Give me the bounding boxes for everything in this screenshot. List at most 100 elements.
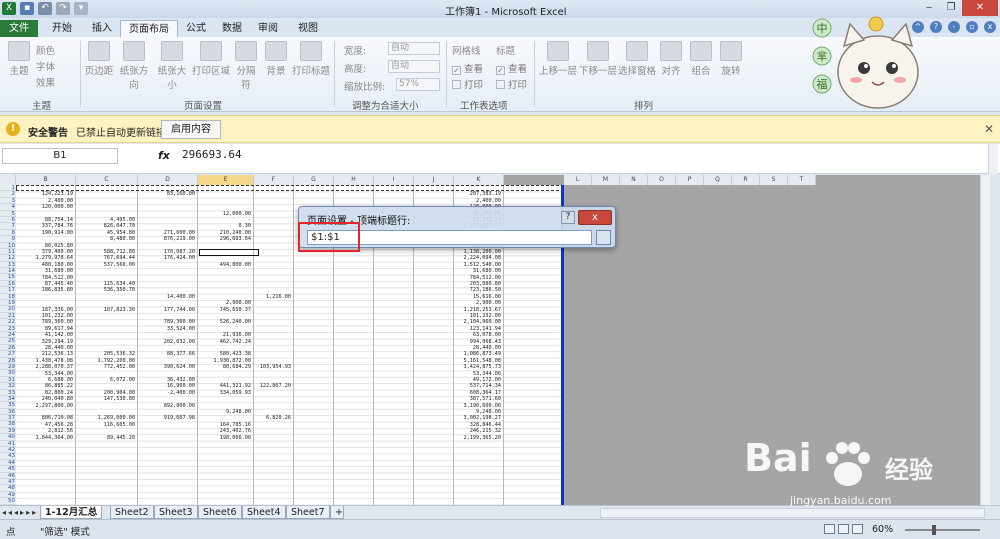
headings-print-checkbox[interactable]: 打印 [496, 77, 527, 91]
cell-value[interactable]: 1,844,364.00 [16, 435, 73, 441]
orientation-button[interactable]: 纸张方向 [116, 41, 152, 91]
name-box[interactable]: B1 [2, 148, 118, 164]
minimize-icon[interactable]: ‒ [918, 0, 940, 16]
column-header[interactable]: E [198, 175, 254, 185]
tab-insert[interactable]: 插入 [84, 20, 120, 37]
fonts-button[interactable]: 字体 [36, 59, 55, 73]
column-header[interactable]: J [414, 175, 454, 185]
column-header[interactable]: D [138, 175, 198, 185]
cell-value[interactable]: 89,445.20 [76, 435, 135, 441]
align-button[interactable]: 对齐 [660, 41, 682, 77]
height-select[interactable]: 自动 [388, 60, 440, 73]
redo-icon[interactable]: ↷ [56, 2, 70, 15]
window-minimize-icon[interactable]: - [948, 21, 960, 33]
insert-sheet-icon[interactable]: + [330, 506, 344, 519]
send-backward-icon [587, 41, 609, 61]
page-layout-view-icon[interactable] [838, 524, 849, 534]
headings-view-checkbox[interactable]: ✓ 查看 [496, 61, 527, 75]
column-header[interactable]: R [732, 175, 760, 185]
window-close-icon[interactable]: x [984, 21, 996, 33]
sheet-tab-7[interactable]: Sheet7 [286, 506, 330, 519]
mascot-char-1: 中 [817, 22, 828, 35]
zoom-slider[interactable] [905, 529, 980, 531]
column-header[interactable]: M [592, 175, 620, 185]
themes-button[interactable]: 主题 [6, 41, 32, 77]
column-header[interactable]: S [760, 175, 788, 185]
page-break-view-icon[interactable] [852, 524, 863, 534]
dialog-help-button[interactable]: ? [561, 211, 575, 224]
column-header[interactable]: N [620, 175, 648, 185]
column-header[interactable]: G [294, 175, 334, 185]
expand-dialog-icon[interactable] [596, 230, 611, 245]
tab-home[interactable]: 开始 [44, 20, 80, 37]
width-select[interactable]: 自动 [388, 42, 440, 55]
column-header[interactable]: B [16, 175, 76, 185]
tab-view[interactable]: 视图 [290, 20, 326, 37]
formula-bar-expand[interactable] [988, 144, 998, 174]
scale-input[interactable]: 57% [396, 78, 440, 91]
column-header[interactable]: K [454, 175, 504, 185]
sheet-tab-3[interactable]: Sheet3 [154, 506, 198, 519]
theme-group-label: 主题 [32, 101, 52, 112]
tab-review[interactable]: 审阅 [250, 20, 286, 37]
tab-page-layout[interactable]: 页面布局 [120, 20, 178, 37]
send-backward-button[interactable]: 下移一层 [578, 41, 618, 77]
scale-label: 缩放比例: [344, 82, 386, 93]
gridlines-print-checkbox[interactable]: 打印 [452, 77, 483, 91]
rotate-icon [720, 41, 742, 61]
help-icon[interactable]: ? [930, 21, 942, 33]
group-icon [690, 41, 712, 61]
sheet-tab-2[interactable]: Sheet2 [110, 506, 154, 519]
insert-function-icon[interactable]: fx [158, 149, 170, 162]
close-icon[interactable]: ✕ [962, 0, 998, 16]
normal-view-icon[interactable] [824, 524, 835, 534]
customize-icon[interactable]: ▾ [74, 2, 88, 15]
group-button[interactable]: 组合 [690, 41, 712, 77]
margins-button[interactable]: 页边距 [84, 41, 114, 77]
sheet-tab-summary[interactable]: 1-12月汇总 [40, 506, 103, 519]
select-all-corner[interactable] [0, 175, 16, 185]
column-header[interactable]: P [676, 175, 704, 185]
column-header[interactable]: L [564, 175, 592, 185]
column-header[interactable]: F [254, 175, 294, 185]
breaks-button[interactable]: 分隔符 [232, 41, 260, 91]
print-titles-button[interactable]: 打印标题 [292, 41, 330, 77]
tab-file[interactable]: 文件 [0, 20, 38, 37]
effects-button[interactable]: 效果 [36, 75, 55, 89]
column-header[interactable]: O [648, 175, 676, 185]
vertical-scrollbar[interactable] [980, 175, 990, 505]
selection-pane-button[interactable]: 选择窗格 [617, 41, 657, 77]
column-header[interactable]: C [76, 175, 138, 185]
cell-value[interactable]: 2,199,365.20 [454, 435, 501, 441]
colors-button[interactable]: 颜色 [36, 43, 55, 57]
save-icon[interactable]: ▪ [20, 2, 34, 15]
formula-input[interactable]: 296693.64 [182, 148, 242, 161]
window-restore-icon[interactable]: ▫ [966, 21, 978, 33]
rotate-button[interactable]: 旋转 [720, 41, 742, 77]
excel-icon[interactable]: X [2, 2, 16, 15]
dialog-close-button[interactable]: x [578, 210, 612, 225]
selected-cell[interactable] [199, 249, 259, 256]
zoom-level[interactable]: 60% [872, 524, 893, 535]
bring-forward-button[interactable]: 上移一层 [538, 41, 578, 77]
column-header[interactable]: I [374, 175, 414, 185]
restore-icon[interactable]: ❐ [940, 0, 962, 16]
print-area-button[interactable]: 打印区域 [192, 41, 230, 77]
sheet-tab-6[interactable]: Sheet6 [198, 506, 242, 519]
background-button[interactable]: 背景 [264, 41, 288, 77]
tab-data[interactable]: 数据 [214, 20, 250, 37]
separator [334, 41, 335, 107]
enable-content-button[interactable]: 启用内容 [161, 120, 221, 139]
close-icon[interactable]: ✕ [984, 122, 994, 136]
tab-formulas[interactable]: 公式 [178, 20, 214, 37]
undo-icon[interactable]: ↶ [38, 2, 52, 15]
column-header[interactable]: H [334, 175, 374, 185]
zoom-slider-thumb[interactable] [932, 525, 936, 535]
size-button[interactable]: 纸张大小 [154, 41, 190, 91]
sheet-tab-4[interactable]: Sheet4 [242, 506, 286, 519]
column-header[interactable]: T [788, 175, 816, 185]
column-header[interactable]: Q [704, 175, 732, 185]
gridlines-view-checkbox[interactable]: ✓ 查看 [452, 61, 483, 75]
cell-value[interactable]: 198,066.00 [198, 435, 251, 441]
sheet-nav-icons[interactable]: ◂◂◂▸▸▸ [2, 508, 38, 517]
